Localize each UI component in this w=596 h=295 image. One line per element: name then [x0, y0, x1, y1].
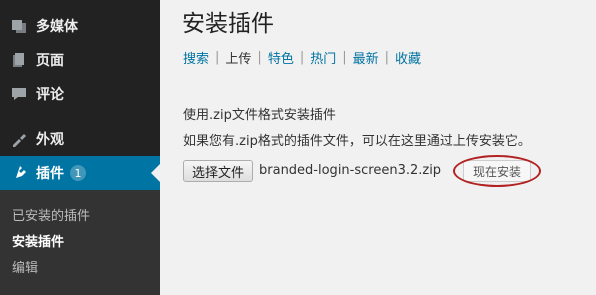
tab-upload[interactable]: 上传	[225, 48, 251, 67]
submenu-installed-plugins[interactable]: 已安装的插件	[12, 205, 90, 224]
sidebar-item-media[interactable]: 多媒体	[0, 9, 160, 43]
main-content: 安装插件 搜索 | 上传 | 特色 | 热门 | 最新 | 收藏 使用.zip文…	[160, 0, 596, 295]
sidebar-item-appearance[interactable]: 外观	[0, 122, 160, 156]
tab-search[interactable]: 搜索	[183, 48, 209, 67]
submenu-editor[interactable]: 编辑	[12, 257, 38, 276]
upload-heading: 使用.zip文件格式安装插件	[183, 108, 336, 123]
submenu-add-plugins[interactable]: 安装插件	[12, 231, 64, 250]
tab-favorites[interactable]: 收藏	[395, 48, 421, 67]
comments-icon	[10, 85, 28, 103]
media-icon	[10, 17, 28, 35]
plugins-icon	[10, 164, 28, 182]
install-tabs: 搜索 | 上传 | 特色 | 热门 | 最新 | 收藏	[183, 48, 422, 67]
update-count-badge: 1	[70, 165, 86, 181]
sidebar-item-label: 页面	[36, 53, 64, 69]
choose-file-button[interactable]: 选择文件	[183, 160, 253, 182]
upload-description: 如果您有.zip格式的插件文件，可以在这里通过上传安装它。	[183, 134, 531, 149]
sidebar-item-plugins[interactable]: 插件 1	[0, 156, 160, 190]
admin-sidebar: 多媒体 页面 评论 外观 插件 1 已安装的插件 安装插件 编辑	[0, 0, 160, 295]
plugins-submenu: 已安装的插件 安装插件 编辑	[0, 190, 160, 295]
tab-featured[interactable]: 特色	[268, 48, 294, 67]
tab-newest[interactable]: 最新	[353, 48, 379, 67]
tab-popular[interactable]: 热门	[310, 48, 336, 67]
pages-icon	[10, 51, 28, 69]
active-menu-arrow	[151, 164, 160, 182]
sidebar-item-label: 多媒体	[36, 19, 78, 35]
page-title: 安装插件	[182, 11, 274, 37]
sidebar-item-label: 插件	[36, 166, 64, 182]
selected-file-name: branded-login-screen3.2.zip	[259, 163, 442, 178]
sidebar-item-pages[interactable]: 页面	[0, 43, 160, 77]
install-now-button[interactable]: 现在安装	[463, 160, 531, 182]
sidebar-item-label: 评论	[36, 87, 64, 103]
sidebar-item-comments[interactable]: 评论	[0, 77, 160, 111]
appearance-icon	[10, 130, 28, 148]
sidebar-item-label: 外观	[36, 132, 64, 148]
